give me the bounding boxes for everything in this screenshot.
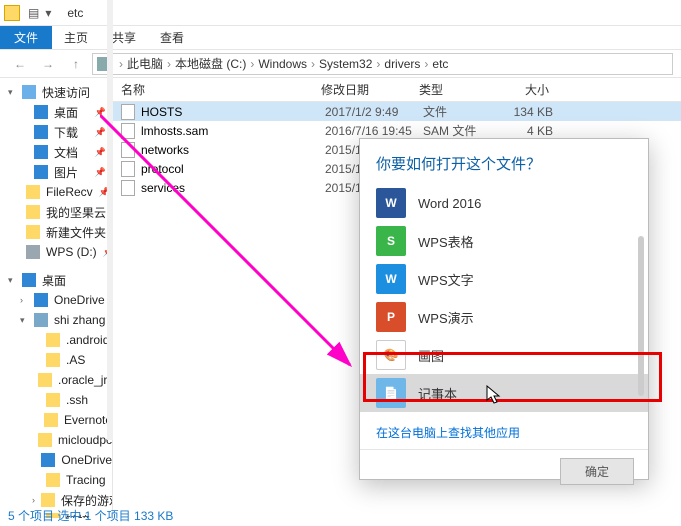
window-title: etc: [67, 6, 83, 20]
crumb-3[interactable]: System32: [319, 57, 372, 71]
ok-button[interactable]: 确定: [560, 458, 634, 485]
ribbon-tabs: 文件 主页 共享 查看: [0, 26, 681, 50]
folder-icon: [26, 225, 40, 239]
folder-icon: [4, 5, 20, 21]
app-option[interactable]: 🎨画图: [360, 336, 648, 374]
folder-icon: [34, 125, 48, 139]
star-icon: [22, 85, 36, 99]
sidebar-item[interactable]: 桌面📌: [0, 102, 112, 122]
sidebar-item[interactable]: 图片📌: [0, 162, 112, 182]
file-row[interactable]: HOSTS2017/1/2 9:49文件134 KB: [113, 102, 681, 121]
crumb-5[interactable]: etc: [432, 57, 448, 71]
folder-icon: [46, 473, 60, 487]
sidebar-user[interactable]: ▾shi zhang: [0, 310, 112, 330]
app-option[interactable]: WWPS文字: [360, 260, 648, 298]
quick-access-toolbar: ▤ ▾: [28, 6, 51, 20]
onedrive-icon: [34, 293, 48, 307]
app-list: WWord 2016SWPS表格WWPS文字PWPS演示🎨画图📄记事本A写字板: [360, 184, 648, 416]
breadcrumb[interactable]: › 此电脑› 本地磁盘 (C:)› Windows› System32› dri…: [92, 53, 673, 75]
folder-icon: [44, 413, 58, 427]
app-icon: 🎨: [376, 340, 406, 370]
folder-icon: [46, 333, 60, 347]
sidebar-item[interactable]: 下载📌: [0, 122, 112, 142]
folder-icon: [34, 165, 48, 179]
crumb-2[interactable]: Windows: [258, 57, 307, 71]
tab-home[interactable]: 主页: [52, 26, 100, 49]
app-icon: W: [376, 188, 406, 218]
sidebar-onedrive[interactable]: ›OneDrive: [0, 290, 112, 310]
sidebar-item[interactable]: 文档📌: [0, 142, 112, 162]
file-icon: [121, 123, 135, 139]
col-type[interactable]: 类型: [419, 81, 491, 98]
dialog-scrollbar[interactable]: [638, 236, 644, 396]
col-name[interactable]: 名称: [121, 81, 321, 98]
col-size[interactable]: 大小: [491, 81, 549, 98]
app-option[interactable]: A写字板: [360, 412, 648, 416]
dialog-title: 你要如何打开这个文件？: [360, 139, 648, 184]
tab-view[interactable]: 查看: [148, 26, 196, 49]
app-icon: 📄: [376, 378, 406, 408]
folder-icon: [26, 245, 40, 259]
app-option[interactable]: PWPS演示: [360, 298, 648, 336]
crumb-0[interactable]: 此电脑: [127, 55, 163, 72]
sidebar-item[interactable]: WPS (D:)📌: [0, 242, 112, 262]
folder-icon: [41, 493, 55, 507]
folder-icon: [34, 145, 48, 159]
sidebar-quick-access[interactable]: ▾快速访问: [0, 82, 112, 102]
sidebar-item[interactable]: .ssh: [0, 390, 112, 410]
props-icon[interactable]: ▤: [28, 6, 39, 20]
sidebar-item[interactable]: 我的坚果云📌: [0, 202, 112, 222]
sidebar-item[interactable]: Tracing: [0, 470, 112, 490]
back-button[interactable]: ←: [8, 52, 32, 76]
forward-button: →: [36, 52, 60, 76]
column-headers[interactable]: 名称 修改日期 类型 大小: [113, 78, 681, 102]
tab-file[interactable]: 文件: [0, 26, 52, 49]
address-bar: ← → ↑ › 此电脑› 本地磁盘 (C:)› Windows› System3…: [0, 50, 681, 78]
file-icon: [121, 180, 135, 196]
sidebar-desktop[interactable]: ▾桌面: [0, 270, 112, 290]
app-icon: W: [376, 264, 406, 294]
dialog-more-apps[interactable]: 在这台电脑上查找其他应用: [360, 416, 648, 449]
status-bar: 5 个项目 选中 1 个项目 133 KB: [8, 507, 173, 524]
title-bar: ▤ ▾ etc: [0, 0, 681, 26]
sidebar-item[interactable]: micloudpc: [0, 430, 112, 450]
col-modified[interactable]: 修改日期: [321, 81, 419, 98]
sidebar-item[interactable]: .oracle_jre_us: [0, 370, 112, 390]
folder-icon: [26, 205, 40, 219]
open-with-dialog: 你要如何打开这个文件？ WWord 2016SWPS表格WWPS文字PWPS演示…: [359, 138, 649, 480]
desktop-icon: [22, 273, 36, 287]
user-icon: [34, 313, 48, 327]
sidebar-item[interactable]: OneDrive: [0, 450, 112, 470]
sidebar-item[interactable]: FileRecv📌: [0, 182, 112, 202]
nav-sidebar: ▾快速访问 桌面📌下载📌文档📌图片📌FileRecv📌我的坚果云📌新建文件夹📌W…: [0, 78, 113, 518]
app-icon: P: [376, 302, 406, 332]
app-option[interactable]: 📄记事本: [360, 374, 648, 412]
file-icon: [121, 161, 135, 177]
up-button[interactable]: ↑: [64, 52, 88, 76]
crumb-4[interactable]: drivers: [384, 57, 420, 71]
app-icon: S: [376, 226, 406, 256]
crumb-1[interactable]: 本地磁盘 (C:): [175, 55, 246, 72]
app-option[interactable]: WWord 2016: [360, 184, 648, 222]
file-icon: [121, 104, 135, 120]
folder-icon: [34, 105, 48, 119]
folder-icon: [38, 373, 52, 387]
folder-icon: [41, 453, 55, 467]
sidebar-item[interactable]: 新建文件夹📌: [0, 222, 112, 242]
folder-icon: [46, 393, 60, 407]
folder-icon: [26, 185, 40, 199]
file-icon: [121, 142, 135, 158]
app-option[interactable]: SWPS表格: [360, 222, 648, 260]
folder-icon: [38, 433, 52, 447]
folder-icon: [46, 353, 60, 367]
sidebar-item[interactable]: .AS: [0, 350, 112, 370]
sidebar-item[interactable]: .android: [0, 330, 112, 350]
sidebar-item[interactable]: Evernote: [0, 410, 112, 430]
dropdown-icon[interactable]: ▾: [45, 6, 51, 20]
